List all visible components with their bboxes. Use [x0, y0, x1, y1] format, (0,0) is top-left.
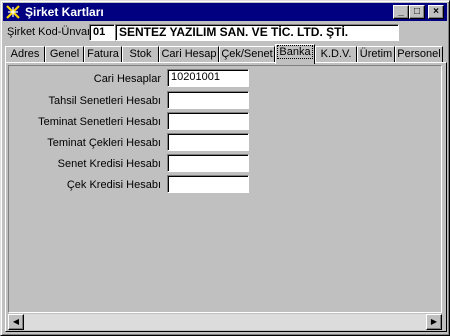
tab-label: Üretim — [359, 48, 393, 60]
tab-label: K.D.V. — [320, 48, 352, 60]
scroll-left-icon[interactable]: ◀ — [8, 314, 24, 330]
window-title: Şirket Kartları — [25, 5, 104, 19]
cek-kredisi-field[interactable] — [167, 175, 249, 193]
tab-label: Stok — [129, 48, 152, 60]
app-icon — [6, 5, 20, 19]
tab-banka[interactable]: Banka — [275, 44, 315, 64]
tab-cari-hesap[interactable]: Cari Hesap — [159, 46, 219, 63]
tab-fatura[interactable]: Fatura — [84, 46, 122, 63]
tab-label: Adres — [10, 48, 40, 60]
tab-label: Çek/Senet — [221, 48, 273, 60]
company-cards-window: Şirket Kartları _ □ × Şirket Kod-Ünvanı … — [0, 0, 450, 336]
tab-cek-senet[interactable]: Çek/Senet — [219, 46, 275, 63]
cari-hesaplar-field[interactable]: 10201001 — [167, 69, 249, 87]
tab-uretim[interactable]: Üretim — [357, 46, 395, 63]
tab-label: Cari Hesap — [161, 48, 217, 60]
maximize-button[interactable]: □ — [409, 5, 425, 19]
scroll-right-icon[interactable]: ▶ — [426, 314, 442, 330]
teminat-cekleri-label: Teminat Çekleri Hesabı — [47, 137, 161, 149]
company-name-field[interactable]: SENTEZ YAZILIM SAN. VE TİC. LTD. ŞTİ. — [115, 24, 399, 41]
tahsil-senetleri-label: Tahsil Senetleri Hesabı — [48, 95, 161, 107]
tahsil-senetleri-field[interactable] — [167, 91, 249, 109]
teminat-senetleri-field[interactable] — [167, 112, 249, 130]
horizontal-scrollbar[interactable]: ◀ ▶ — [8, 314, 442, 330]
cari-hesaplar-label: Cari Hesaplar — [93, 73, 161, 85]
title-bar[interactable]: Şirket Kartları _ □ × — [3, 3, 447, 21]
senet-kredisi-field[interactable] — [167, 154, 249, 172]
tab-strip: Adres Genel Fatura Stok Cari Hesap Çek/S… — [5, 44, 447, 64]
teminat-cekleri-field[interactable] — [167, 133, 249, 151]
tab-stok[interactable]: Stok — [122, 46, 159, 63]
minimize-button[interactable]: _ — [393, 5, 409, 19]
teminat-senetleri-label: Teminat Senetleri Hesabı — [38, 116, 161, 128]
senet-kredisi-label: Senet Kredisi Hesabı — [57, 158, 161, 170]
tab-label: Genel — [49, 48, 80, 60]
tab-adres[interactable]: Adres — [5, 46, 45, 63]
tab-label: Banka — [277, 45, 313, 59]
tab-genel[interactable]: Genel — [45, 46, 84, 63]
form-area: Cari Hesaplar 10201001 Tahsil Senetleri … — [8, 65, 442, 313]
tab-kdv[interactable]: K.D.V. — [315, 46, 357, 63]
tab-personel[interactable]: Personel — [395, 46, 443, 63]
company-code-field[interactable]: 01 — [89, 24, 115, 41]
cek-kredisi-label: Çek Kredisi Hesabı — [66, 179, 161, 191]
tab-label: Personel — [397, 48, 441, 60]
close-button[interactable]: × — [428, 5, 444, 19]
banka-tab-panel: Cari Hesaplar 10201001 Tahsil Senetleri … — [5, 62, 447, 332]
company-code-label: Şirket Kod-Ünvanı — [7, 26, 97, 38]
tab-label: Fatura — [87, 48, 119, 60]
